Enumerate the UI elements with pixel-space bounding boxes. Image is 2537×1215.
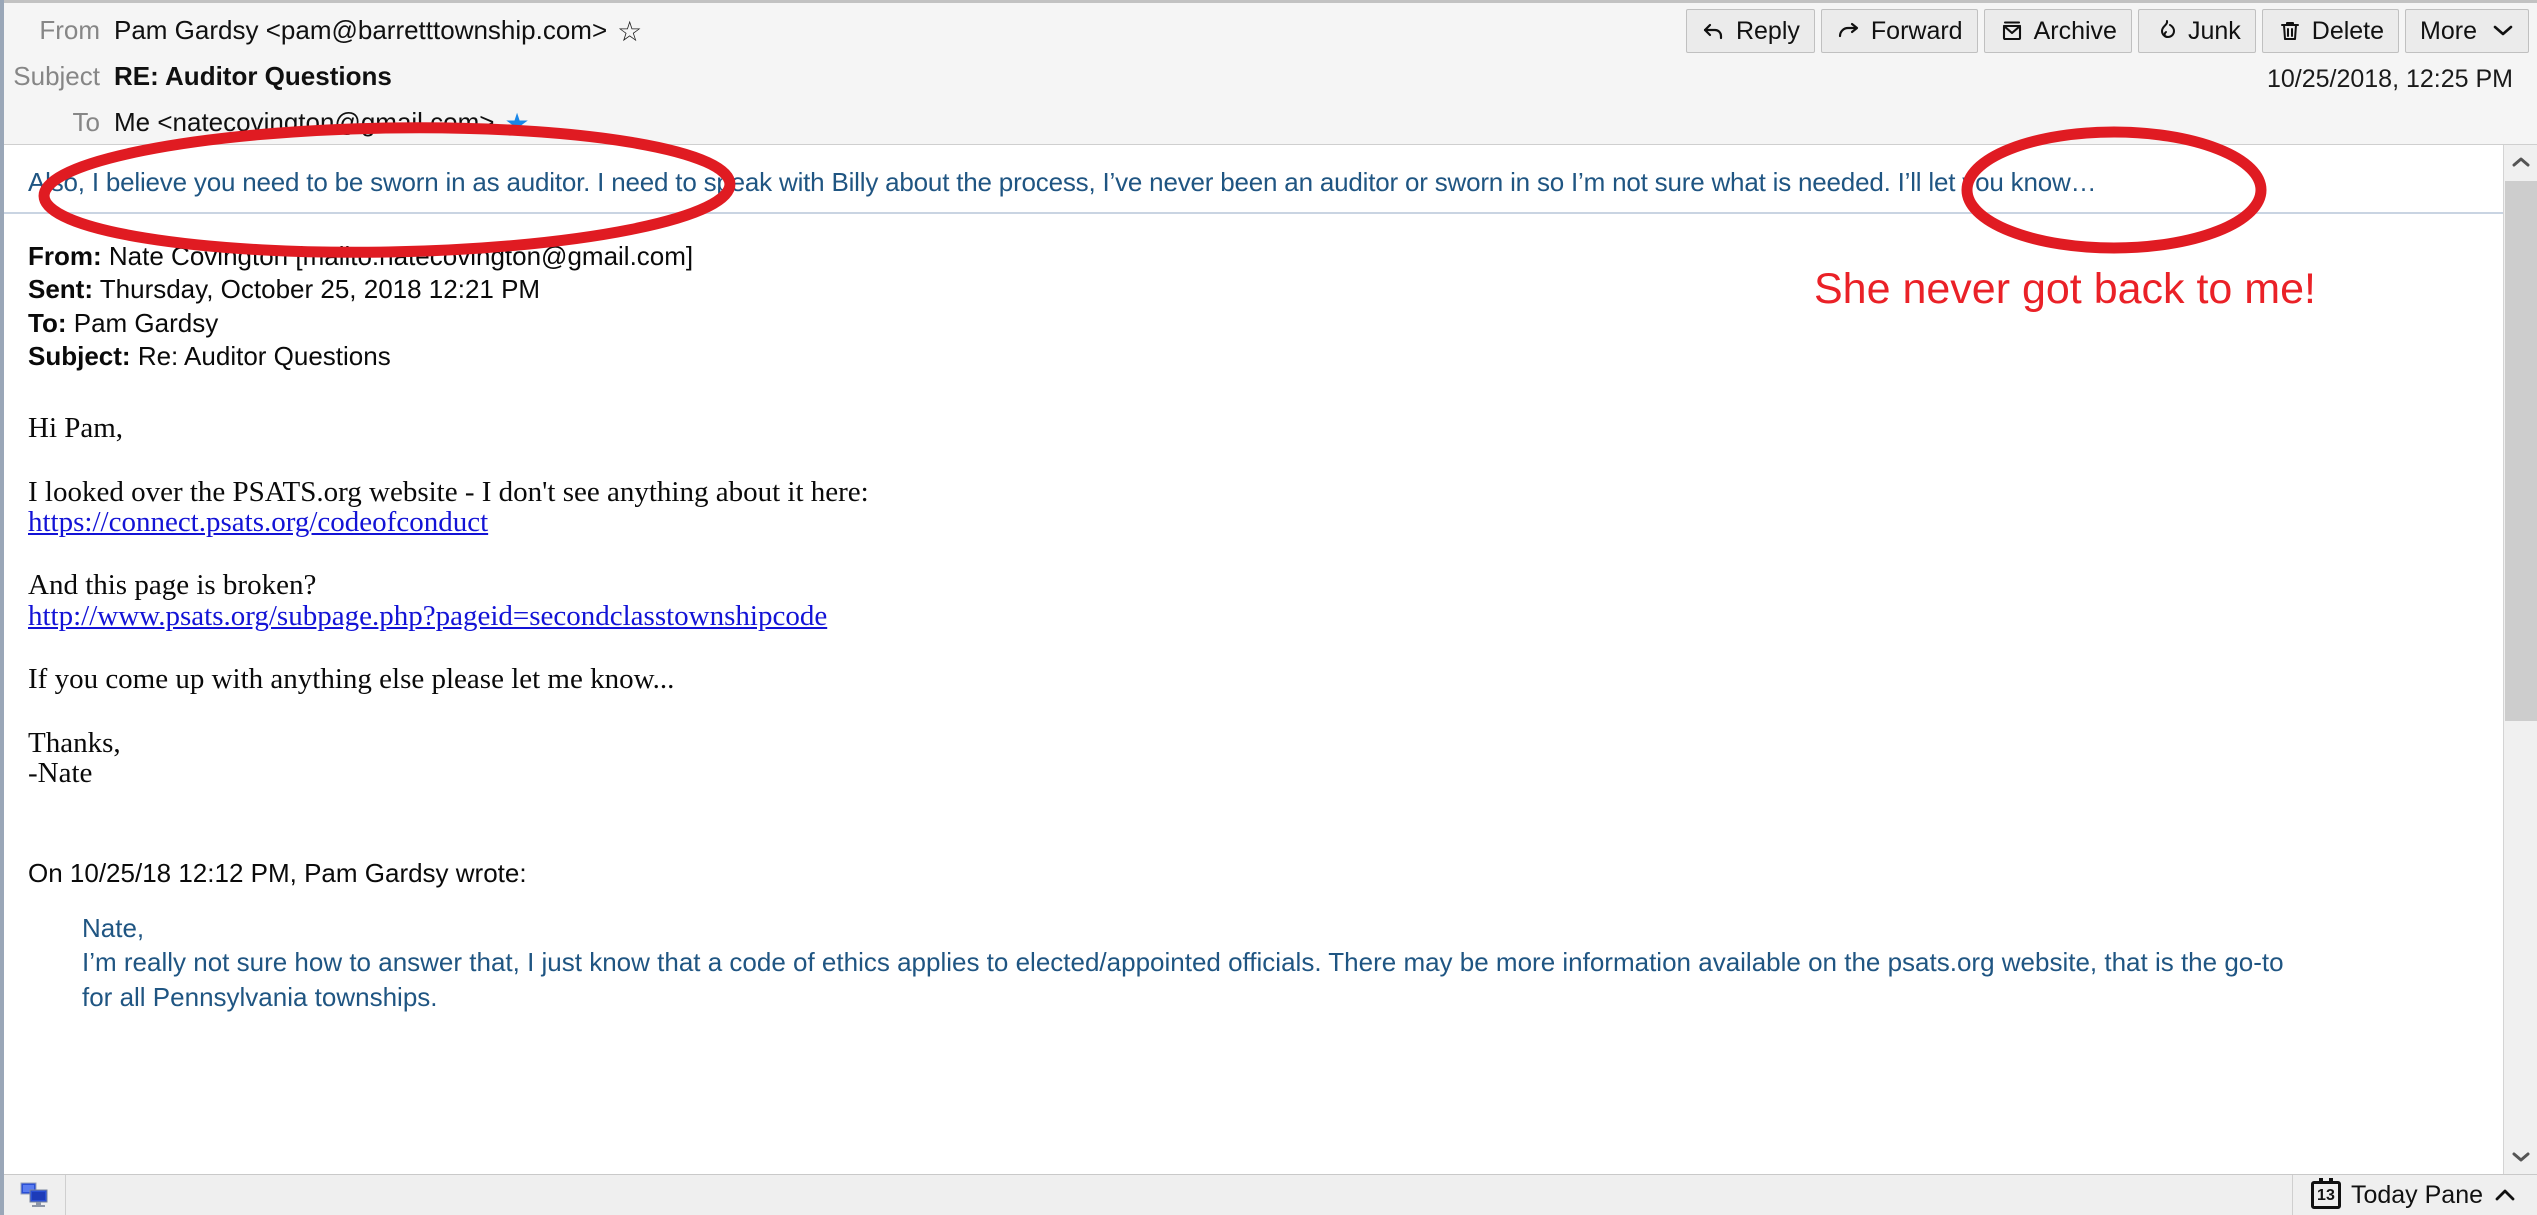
forward-arrow-icon <box>1836 18 1862 44</box>
quoted-subject-label: Subject: <box>28 340 131 371</box>
star-filled-icon[interactable]: ★ <box>504 110 529 138</box>
nested-quote-line-1: Nate, <box>82 912 145 943</box>
quoted-to-value: Pam Gardsy <box>73 307 219 338</box>
archive-button-label: Archive <box>2033 16 2117 45</box>
more-button[interactable]: More <box>2405 9 2529 53</box>
quoted-subject-value: Re: Auditor Questions <box>137 340 391 371</box>
email-reader-window: From Pam Gardsy <pam@barretttownship.com… <box>0 0 2537 1215</box>
body-signature: Thanks, -Nate <box>28 726 2537 790</box>
forward-button-label: Forward <box>1870 16 1963 45</box>
subject-value: RE: Auditor Questions <box>114 61 392 91</box>
body-paragraph-3: If you come up with anything else please… <box>28 663 675 696</box>
from-value[interactable]: Pam Gardsy <pam@barretttownship.com> <box>114 15 607 46</box>
message-toolbar: Reply Forward Archive Junk Delete More <box>1685 9 2529 53</box>
forward-button[interactable]: Forward <box>1820 9 1978 53</box>
flame-icon <box>2153 18 2179 44</box>
body-paragraph-2-text: And this page is broken? <box>28 569 317 602</box>
quoted-from-value: Nate Covington [mailto:natecovington@gma… <box>108 241 694 271</box>
archive-button[interactable]: Archive <box>1983 9 2132 53</box>
reply-attribution-line: On 10/25/18 12:12 PM, Pam Gardsy wrote: <box>28 857 527 888</box>
today-pane-toggle[interactable]: 13 Today Pane <box>2291 1174 2537 1215</box>
delete-button[interactable]: Delete <box>2261 9 2400 53</box>
body-paragraph-1-text: I looked over the PSATS.org website - I … <box>28 475 869 508</box>
trash-icon <box>2277 18 2303 44</box>
quoted-sent-value: Thursday, October 25, 2018 12:21 PM <box>99 274 541 305</box>
from-label: From <box>39 15 100 45</box>
signature-thanks: Thanks, <box>28 726 121 759</box>
to-label: To <box>72 107 100 137</box>
star-outline-icon[interactable]: ☆ <box>617 18 642 46</box>
original-message-body: Hi Pam, I looked over the PSATS.org webs… <box>4 373 2537 789</box>
vertical-scrollbar[interactable] <box>2503 145 2537 1174</box>
link-codeofconduct[interactable]: https://connect.psats.org/codeofconduct <box>28 506 488 538</box>
calendar-day-number: 13 <box>2317 1187 2335 1204</box>
quoted-header-subject: Subject: Re: Auditor Questions <box>28 340 2537 373</box>
quoted-from-label: From: <box>28 241 102 271</box>
latest-reply-text: Also, I believe you need to be sworn in … <box>28 167 2097 197</box>
scroll-up-arrow-icon[interactable] <box>2504 145 2537 179</box>
scroll-down-arrow-icon[interactable] <box>2504 1140 2537 1174</box>
message-header: From Pam Gardsy <pam@barretttownship.com… <box>4 0 2537 145</box>
subject-label: Subject <box>13 61 100 91</box>
header-row-to: To Me <natecovington@gmail.com> ★ <box>4 107 530 138</box>
reply-button[interactable]: Reply <box>1685 9 1815 53</box>
body-paragraph-1: I looked over the PSATS.org website - I … <box>28 475 2537 538</box>
body-paragraph-2: And this page is broken? http://www.psat… <box>28 570 2537 631</box>
status-bar: 13 Today Pane <box>4 1174 2537 1215</box>
network-monitors-icon[interactable] <box>4 1174 66 1215</box>
reply-arrow-icon <box>1701 18 1727 44</box>
junk-button-label: Junk <box>2187 16 2241 45</box>
nested-quote-block: Nate, I’m really not sure how to answer … <box>4 889 2537 1015</box>
handwritten-note: She never got back to me! <box>1814 265 2316 313</box>
body-greeting: Hi Pam, <box>28 412 124 445</box>
calendar-icon: 13 <box>2310 1178 2341 1209</box>
latest-reply-section: Also, I believe you need to be sworn in … <box>4 145 2537 214</box>
header-row-from: From Pam Gardsy <pam@barretttownship.com… <box>4 15 642 46</box>
chevron-up-icon <box>2493 1181 2517 1210</box>
today-pane-label: Today Pane <box>2350 1180 2483 1209</box>
quoted-sent-label: Sent: <box>28 274 93 305</box>
quoted-to-label: To: <box>28 307 67 338</box>
link-secondclasstownshipcode[interactable]: http://www.psats.org/subpage.php?pageid=… <box>28 600 827 632</box>
reply-button-label: Reply <box>1735 16 1800 45</box>
nested-quote-line-3: for all Pennsylvania townships. <box>82 981 438 1012</box>
header-row-subject: Subject RE: Auditor Questions <box>4 61 392 92</box>
nested-quote-line-2: I’m really not sure how to answer that, … <box>82 947 2284 978</box>
junk-button[interactable]: Junk <box>2137 9 2256 53</box>
message-date: 10/25/2018, 12:25 PM <box>2266 65 2513 93</box>
delete-button-label: Delete <box>2311 16 2385 45</box>
signature-name: -Nate <box>28 757 93 790</box>
archive-box-icon <box>1999 18 2025 44</box>
scrollbar-thumb[interactable] <box>2505 181 2537 721</box>
more-button-label: More <box>2420 16 2477 45</box>
to-value[interactable]: Me <natecovington@gmail.com> <box>114 107 494 138</box>
chevron-down-icon <box>2492 20 2514 43</box>
